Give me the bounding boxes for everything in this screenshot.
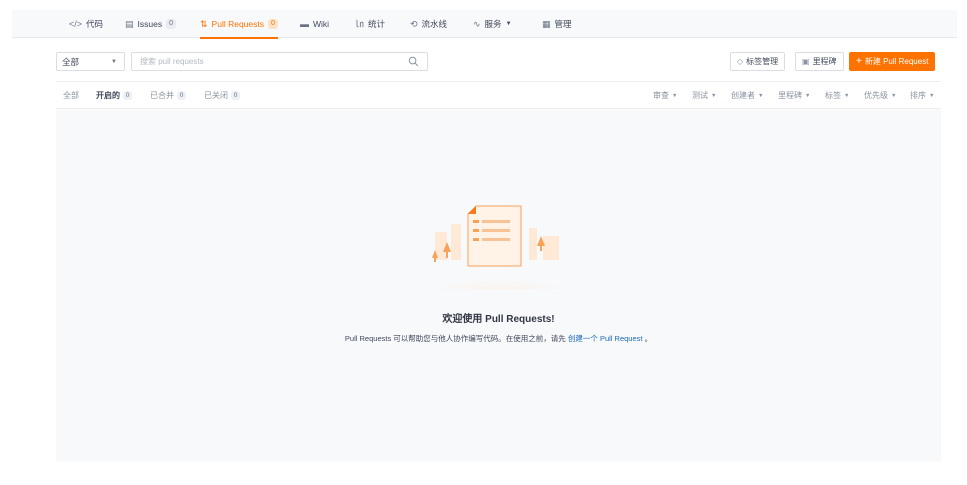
filter-creator-label: 创建者 xyxy=(731,91,755,100)
chevron-down-icon: ▼ xyxy=(758,92,764,99)
tag-icon: ◇ xyxy=(737,57,744,66)
nav-tab-issues-label: Issues xyxy=(137,19,163,29)
manage-icon: ▦ xyxy=(542,18,551,29)
search-input[interactable] xyxy=(132,53,402,70)
state-tab-merged[interactable]: 已合并 0 xyxy=(150,82,186,109)
services-icon: ∿ xyxy=(473,18,481,29)
create-pull-request-link[interactable]: 创建一个 Pull Request xyxy=(568,334,643,343)
code-icon: </> xyxy=(69,18,83,29)
scope-select[interactable]: 全部 ▼ xyxy=(56,52,125,71)
chevron-down-icon: ▼ xyxy=(891,92,897,99)
chevron-down-icon: ▼ xyxy=(505,21,512,27)
empty-document-illustration xyxy=(423,205,579,289)
plus-icon: + xyxy=(856,56,862,67)
filter-test[interactable]: 测试 ▼ xyxy=(692,82,716,109)
open-count-badge: 0 xyxy=(123,91,132,100)
new-pull-request-label: 新建 Pull Request xyxy=(864,57,929,66)
filter-review-label: 审查 xyxy=(653,91,669,100)
nav-tab-code[interactable]: </> 代码 xyxy=(69,10,103,38)
filter-sort[interactable]: 排序 ▼ xyxy=(910,82,934,109)
filter-creator[interactable]: 创建者 ▼ xyxy=(731,82,763,109)
filter-test-label: 测试 xyxy=(692,91,708,100)
state-tab-all-label: 全部 xyxy=(63,91,79,100)
state-tab-closed[interactable]: 已关闭 0 xyxy=(204,82,240,109)
chevron-down-icon: ▼ xyxy=(805,92,811,99)
nav-tab-stats-label: 统计 xyxy=(368,19,386,29)
state-tab-all[interactable]: 全部 xyxy=(63,82,79,109)
empty-desc-text: Pull Requests 可以帮助您与他人协作编写代码。在使用之前，请先 xyxy=(344,334,566,343)
state-tab-open[interactable]: 开启的 0 xyxy=(96,82,132,109)
nav-tab-code-label: 代码 xyxy=(86,19,104,29)
milestone-label: 里程碑 xyxy=(812,57,837,66)
empty-desc-suffix: 。 xyxy=(644,334,653,343)
new-pull-request-button[interactable]: + 新建 Pull Request xyxy=(849,52,936,71)
state-filter-bar: 全部 开启的 0 已合并 0 已关闭 0 审查 ▼ 测试 ▼ 创建者 ▼ 里程碑… xyxy=(56,81,941,109)
filter-priority[interactable]: 优先级 ▼ xyxy=(864,82,896,109)
filter-sort-label: 排序 xyxy=(910,91,926,100)
search-icon[interactable] xyxy=(408,56,419,67)
nav-tab-issues[interactable]: ▤ Issues 0 xyxy=(125,10,177,38)
state-tab-merged-label: 已合并 xyxy=(150,91,174,100)
nav-tab-wiki-label: Wiki xyxy=(313,19,330,29)
stats-icon: ㏑ xyxy=(355,18,365,29)
chevron-down-icon: ▼ xyxy=(711,92,717,99)
nav-tab-pipeline[interactable]: ⟲ 流水线 xyxy=(410,10,447,38)
pull-request-icon: ⇅ xyxy=(200,18,208,29)
filter-milestone-label: 里程碑 xyxy=(778,91,802,100)
filter-label-label: 标签 xyxy=(825,91,841,100)
filter-review[interactable]: 审查 ▼ xyxy=(653,82,677,109)
nav-tab-pull-requests-label: Pull Requests xyxy=(211,19,264,29)
issues-count-badge: 0 xyxy=(166,19,177,29)
nav-tab-wiki[interactable]: ▬ Wiki xyxy=(300,10,329,38)
closed-count-badge: 0 xyxy=(231,91,240,100)
nav-tab-pull-requests[interactable]: ⇅ Pull Requests 0 xyxy=(200,10,278,39)
merged-count-badge: 0 xyxy=(177,91,186,100)
nav-tab-manage-label: 管理 xyxy=(554,19,572,29)
nav-tab-services-label: 服务 xyxy=(484,19,502,29)
pull-request-list-empty: 欢迎使用 Pull Requests! Pull Requests 可以帮助您与… xyxy=(56,109,941,461)
nav-tab-services[interactable]: ∿ 服务 ▼ xyxy=(473,10,512,38)
chevron-down-icon: ▼ xyxy=(672,92,678,99)
chevron-down-icon: ▼ xyxy=(111,58,117,65)
search-box xyxy=(131,52,428,71)
nav-tab-stats[interactable]: ㏑ 统计 xyxy=(355,10,385,38)
filter-label[interactable]: 标签 ▼ xyxy=(825,82,849,109)
milestone-icon: ▣ xyxy=(802,57,810,66)
filter-priority-label: 优先级 xyxy=(864,91,888,100)
chevron-down-icon: ▼ xyxy=(844,92,850,99)
label-manage-label: 标签管理 xyxy=(746,57,779,66)
filter-milestone[interactable]: 里程碑 ▼ xyxy=(778,82,810,109)
issues-icon: ▤ xyxy=(125,18,134,29)
wiki-icon: ▬ xyxy=(300,18,309,29)
state-tab-closed-label: 已关闭 xyxy=(204,91,228,100)
scope-select-value: 全部 xyxy=(62,56,80,67)
state-tab-open-label: 开启的 xyxy=(96,91,120,100)
nav-tab-pipeline-label: 流水线 xyxy=(421,19,448,29)
pull-requests-count-badge: 0 xyxy=(268,19,278,29)
chevron-down-icon: ▼ xyxy=(929,92,935,99)
label-manage-button[interactable]: ◇ 标签管理 xyxy=(730,52,786,71)
pipeline-icon: ⟲ xyxy=(410,18,418,29)
repo-nav: </> 代码 ▤ Issues 0 ⇅ Pull Requests 0 ▬ Wi… xyxy=(12,10,957,39)
nav-tab-manage[interactable]: ▦ 管理 xyxy=(542,10,572,38)
empty-state-title: 欢迎使用 Pull Requests! xyxy=(442,314,555,325)
empty-state-description: Pull Requests 可以帮助您与他人协作编写代码。在使用之前，请先 创建… xyxy=(56,333,941,344)
milestone-button[interactable]: ▣ 里程碑 xyxy=(795,52,844,71)
